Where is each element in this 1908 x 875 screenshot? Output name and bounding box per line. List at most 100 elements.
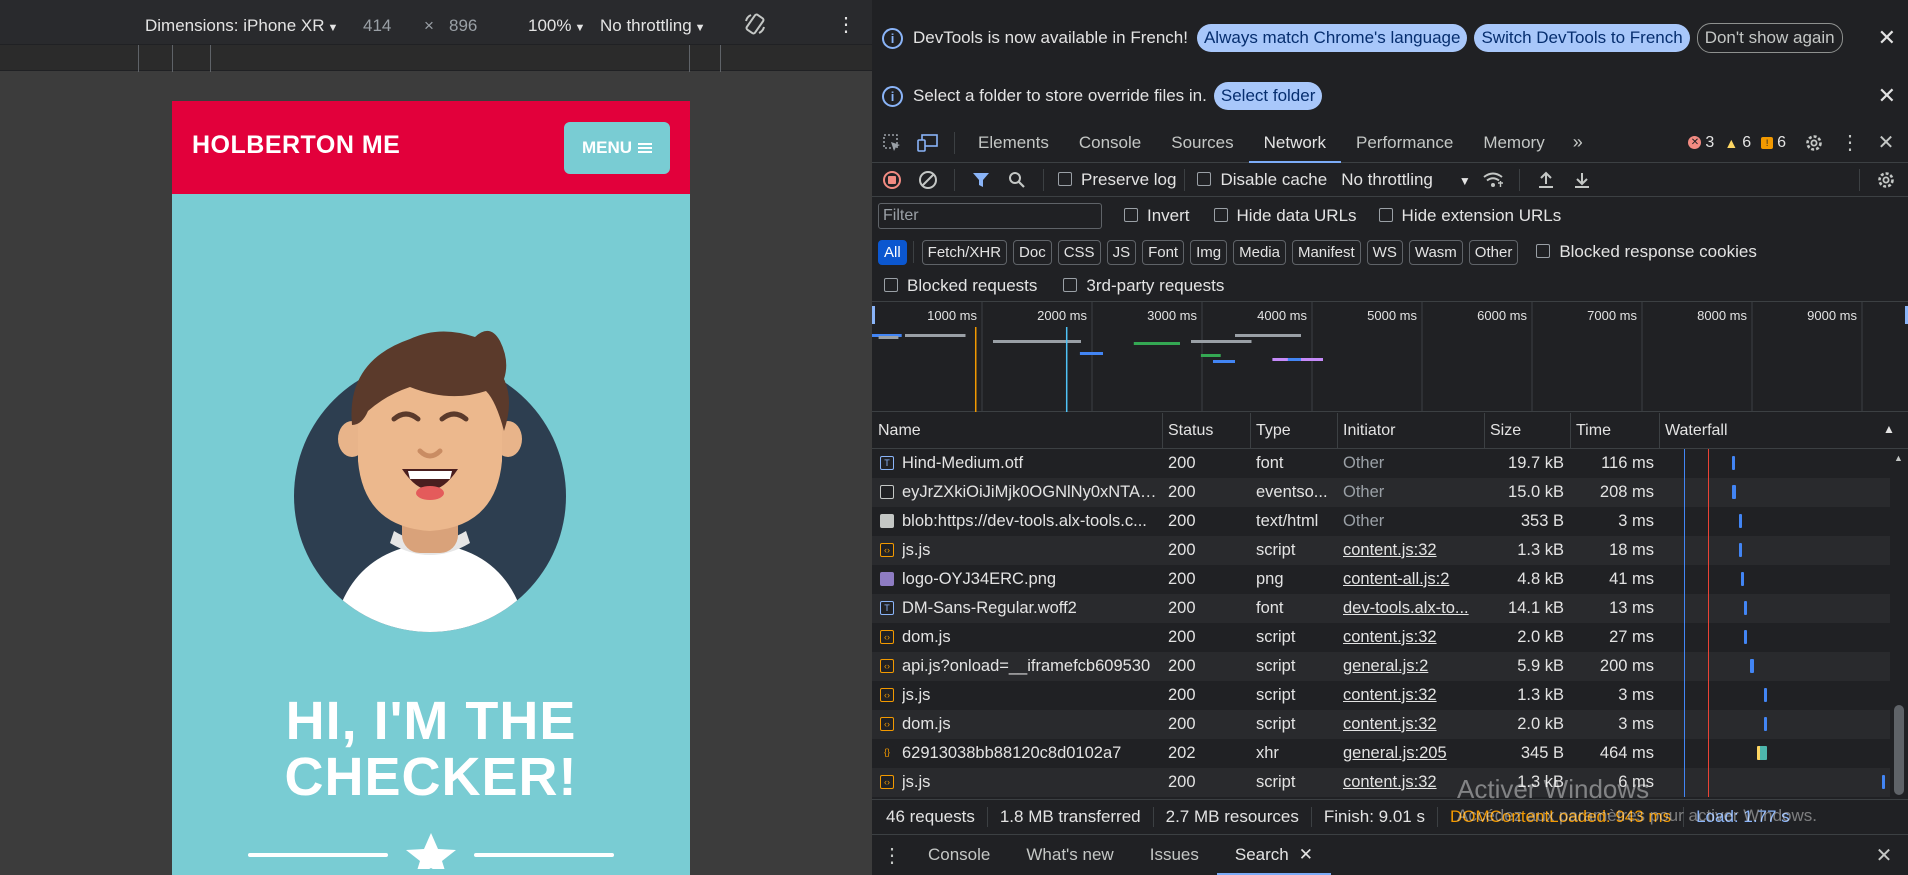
column-name[interactable]: Name [878, 422, 921, 440]
table-row[interactable]: logo-OYJ34ERC.png 200 png content-all.js:2 4… [872, 565, 1908, 594]
table-row[interactable]: blob:https://dev-tools.alx-tools.c... 200… [872, 507, 1908, 536]
filter-wasm[interactable]: Wasm [1408, 239, 1463, 265]
column-size[interactable]: Size [1490, 422, 1521, 440]
blocked-response-cookies-checkbox[interactable]: Blocked response cookies [1536, 242, 1757, 262]
network-conditions-icon[interactable] [1481, 168, 1505, 192]
close-tab-icon[interactable]: ✕ [1299, 845, 1313, 864]
request-initiator[interactable]: content.js:32 [1343, 686, 1479, 705]
download-har-icon[interactable] [1570, 168, 1594, 192]
table-row[interactable]: eyJrZXkiOiJiMjk0OGNlNy0xNTA2... 200 events… [872, 478, 1908, 507]
request-initiator[interactable]: content.js:32 [1343, 628, 1479, 647]
switch-language-button[interactable]: Switch DevTools to French [1474, 24, 1690, 52]
upload-har-icon[interactable] [1534, 168, 1558, 192]
table-row[interactable]: {} 62913038bb88120c8d0102a7 202 xhr general.… [872, 739, 1908, 768]
warning-count-badge[interactable]: ▲ 6 [1724, 134, 1751, 152]
drawer-tab-whats-new[interactable]: What's new [1008, 835, 1131, 875]
table-row[interactable]: ‹› js.js 200 script content.js:32 1.3 kB 6 ms [872, 768, 1908, 797]
table-row[interactable]: ‹› dom.js 200 script content.js:32 2.0 kB 3 ms [872, 710, 1908, 739]
table-row[interactable]: ‹› api.js?onload=__iframefcb609530 200 scri… [872, 652, 1908, 681]
column-waterfall[interactable]: Waterfall [1665, 422, 1728, 440]
throttling-dropdown[interactable]: No throttling ▼ [1341, 170, 1471, 190]
filter-font[interactable]: Font [1142, 239, 1185, 265]
request-initiator[interactable]: general.js:2 [1343, 657, 1479, 676]
device-select[interactable]: Dimensions: iPhone XR ▼ [145, 16, 338, 36]
filter-media[interactable]: Media [1233, 239, 1286, 265]
table-row[interactable]: ‹› dom.js 200 script content.js:32 2.0 kB 27 m… [872, 623, 1908, 652]
close-icon[interactable]: ✕ [1878, 25, 1896, 51]
zoom-select[interactable]: 100% ▼ [528, 16, 585, 36]
tab-elements[interactable]: Elements [963, 123, 1064, 163]
table-row[interactable]: ‹› js.js 200 script content.js:32 1.3 kB 18 ms [872, 536, 1908, 565]
site-brand[interactable]: HOLBERTON ME [192, 131, 400, 160]
more-options-icon[interactable]: ⋮ [836, 12, 856, 37]
close-drawer-icon[interactable]: ✕ [1872, 843, 1896, 867]
column-time[interactable]: Time [1576, 422, 1611, 440]
tab-network[interactable]: Network [1248, 123, 1341, 163]
settings-gear-icon[interactable] [1802, 131, 1826, 155]
column-status[interactable]: Status [1168, 422, 1213, 440]
preserve-log-checkbox[interactable]: Preserve log [1058, 170, 1176, 190]
rotate-icon[interactable] [743, 12, 767, 36]
network-overview[interactable]: 1000 ms 2000 ms 3000 ms 4000 ms 5000 ms 6000 … [872, 301, 1908, 412]
inspect-element-icon[interactable] [880, 131, 904, 155]
hide-data-urls-checkbox[interactable]: Hide data URLs [1213, 206, 1357, 226]
network-settings-icon[interactable] [1874, 168, 1898, 192]
tab-performance[interactable]: Performance [1341, 123, 1468, 163]
dont-show-again-button[interactable]: Don't show again [1696, 23, 1843, 53]
request-initiator[interactable]: general.js:205 [1343, 744, 1479, 763]
request-initiator[interactable]: dev-tools.alx-to... [1343, 599, 1479, 618]
record-stop-icon[interactable] [880, 168, 904, 192]
drawer-menu-icon[interactable]: ⋮ [880, 843, 904, 867]
hide-extension-urls-checkbox[interactable]: Hide extension URLs [1378, 206, 1561, 226]
clear-icon[interactable] [916, 168, 940, 192]
blocked-requests-checkbox[interactable]: Blocked requests [884, 276, 1037, 296]
table-row[interactable]: T Hind-Medium.otf 200 font Other 19.7 kB 116 m… [872, 449, 1908, 478]
height-input[interactable]: 896 [449, 16, 477, 36]
filter-all[interactable]: All [878, 239, 907, 265]
filter-manifest[interactable]: Manifest [1291, 239, 1361, 265]
column-type[interactable]: Type [1256, 422, 1291, 440]
request-initiator[interactable]: content-all.js:2 [1343, 570, 1479, 589]
overview-left-handle[interactable] [872, 306, 875, 324]
tab-console[interactable]: Console [1064, 123, 1156, 163]
scrollbar-thumb[interactable] [1894, 705, 1904, 795]
filter-img[interactable]: Img [1190, 239, 1228, 265]
drawer-tab-issues[interactable]: Issues [1132, 835, 1217, 875]
close-icon[interactable]: ✕ [1878, 83, 1896, 109]
filter-doc[interactable]: Doc [1013, 239, 1052, 265]
more-tabs-icon[interactable]: » [1566, 131, 1590, 155]
error-count-badge[interactable]: ✕ 3 [1688, 134, 1714, 152]
table-row[interactable]: ‹› js.js 200 script content.js:32 1.3 kB 3 ms [872, 681, 1908, 710]
search-icon[interactable] [1005, 168, 1029, 192]
column-initiator[interactable]: Initiator [1343, 422, 1395, 440]
customize-menu-icon[interactable]: ⋮ [1838, 131, 1862, 155]
filter-input[interactable] [878, 203, 1102, 229]
filter-other[interactable]: Other [1468, 239, 1519, 265]
sort-ascending-icon[interactable]: ▲ [1883, 422, 1895, 436]
match-language-button[interactable]: Always match Chrome's language [1196, 24, 1468, 52]
filter-js[interactable]: JS [1106, 239, 1137, 265]
close-devtools-icon[interactable]: ✕ [1874, 131, 1898, 155]
invert-checkbox[interactable]: Invert [1124, 206, 1190, 226]
filter-fetch-xhr[interactable]: Fetch/XHR [921, 239, 1008, 265]
filter-css[interactable]: CSS [1057, 239, 1101, 265]
menu-button[interactable]: MENU [564, 122, 670, 174]
issues-count-badge[interactable]: ! 6 [1761, 134, 1786, 152]
drawer-tab-search[interactable]: Search ✕ [1216, 835, 1331, 875]
disable-cache-checkbox[interactable]: Disable cache [1197, 170, 1327, 190]
table-scrollbar[interactable]: ▲ [1890, 449, 1908, 798]
throttling-select[interactable]: No throttling ▼ [600, 16, 706, 36]
scroll-up-icon[interactable]: ▲ [1894, 453, 1903, 463]
table-row[interactable]: T DM-Sans-Regular.woff2 200 font dev-tools.a… [872, 594, 1908, 623]
filter-icon[interactable] [969, 168, 993, 192]
tab-sources[interactable]: Sources [1156, 123, 1248, 163]
third-party-requests-checkbox[interactable]: 3rd-party requests [1063, 276, 1224, 296]
request-initiator[interactable]: content.js:32 [1343, 541, 1479, 560]
request-initiator[interactable]: content.js:32 [1343, 715, 1479, 734]
width-input[interactable]: 414 [363, 16, 391, 36]
select-folder-button[interactable]: Select folder [1213, 82, 1323, 110]
tab-memory[interactable]: Memory [1468, 123, 1559, 163]
filter-ws[interactable]: WS [1366, 239, 1403, 265]
device-toggle-icon[interactable] [916, 131, 940, 155]
drawer-tab-console[interactable]: Console [910, 835, 1008, 875]
